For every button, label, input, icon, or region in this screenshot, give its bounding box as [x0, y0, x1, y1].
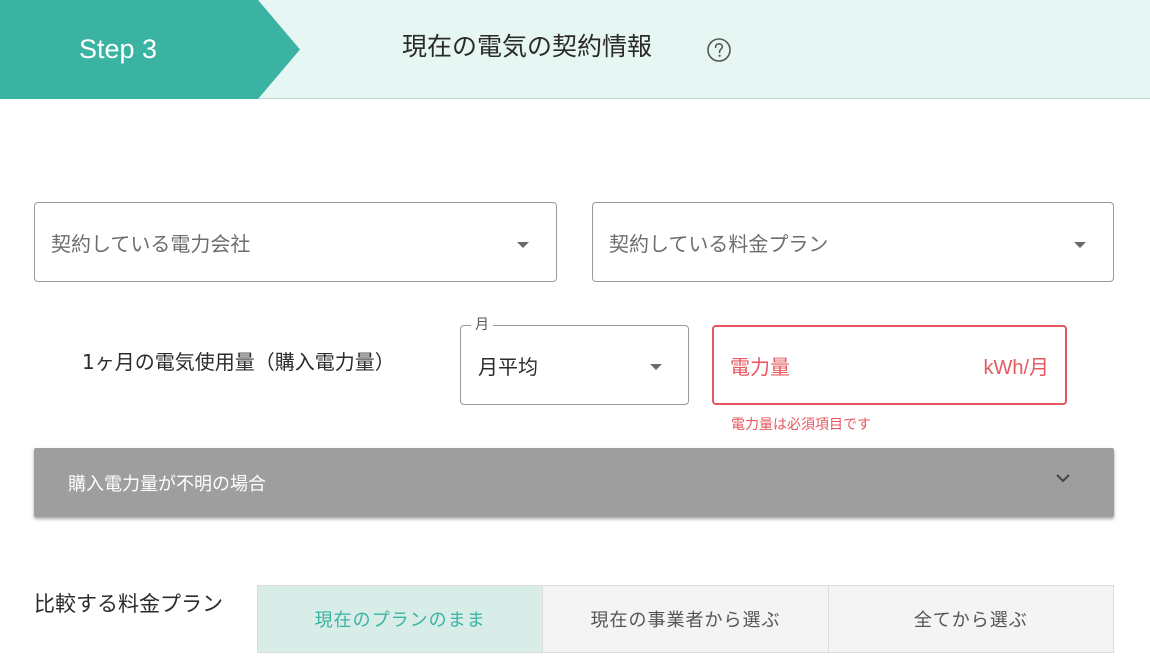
rate-plan-placeholder: 契約している料金プラン — [609, 232, 829, 256]
caret-down-icon — [1074, 242, 1086, 248]
step-header: Step 3 現在の電気の契約情報 — [0, 0, 1150, 99]
tab-all-plans[interactable]: 全てから選ぶ — [827, 586, 1113, 652]
power-company-placeholder: 契約している電力会社 — [51, 232, 251, 256]
step-indicator: Step 3 — [0, 0, 300, 99]
power-amount-placeholder: 電力量 — [730, 355, 790, 379]
monthly-usage-label: 1ヶ月の電気使用量（購入電力量） — [82, 350, 395, 374]
month-select[interactable]: 月 月平均 — [460, 316, 689, 405]
caret-down-icon — [517, 242, 529, 248]
month-field-label: 月 — [471, 316, 493, 334]
tab-current-provider[interactable]: 現在の事業者から選ぶ — [542, 586, 828, 652]
power-company-select[interactable]: 契約している電力会社 — [34, 202, 557, 282]
question-circle-icon[interactable] — [706, 37, 732, 63]
unknown-usage-accordion[interactable]: 購入電力量が不明の場合 — [34, 448, 1114, 517]
power-amount-input[interactable]: 電力量 kWh/月 — [712, 325, 1067, 405]
power-unit-suffix: kWh/月 — [983, 357, 1049, 379]
accordion-label: 購入電力量が不明の場合 — [68, 474, 266, 495]
tab-current-plan[interactable]: 現在のプランのまま — [258, 586, 543, 652]
chevron-down-icon — [1056, 474, 1070, 483]
compare-plan-label: 比較する料金プラン — [34, 592, 223, 616]
page-title: 現在の電気の契約情報 — [402, 32, 653, 61]
power-amount-error: 電力量は必須項目です — [731, 417, 871, 433]
month-select-value: 月平均 — [478, 355, 538, 379]
caret-down-icon — [650, 364, 662, 370]
compare-plan-tabs: 現在のプランのまま 現在の事業者から選ぶ 全てから選ぶ — [257, 585, 1114, 653]
step-label: Step 3 — [79, 34, 158, 64]
rate-plan-select[interactable]: 契約している料金プラン — [592, 202, 1114, 282]
